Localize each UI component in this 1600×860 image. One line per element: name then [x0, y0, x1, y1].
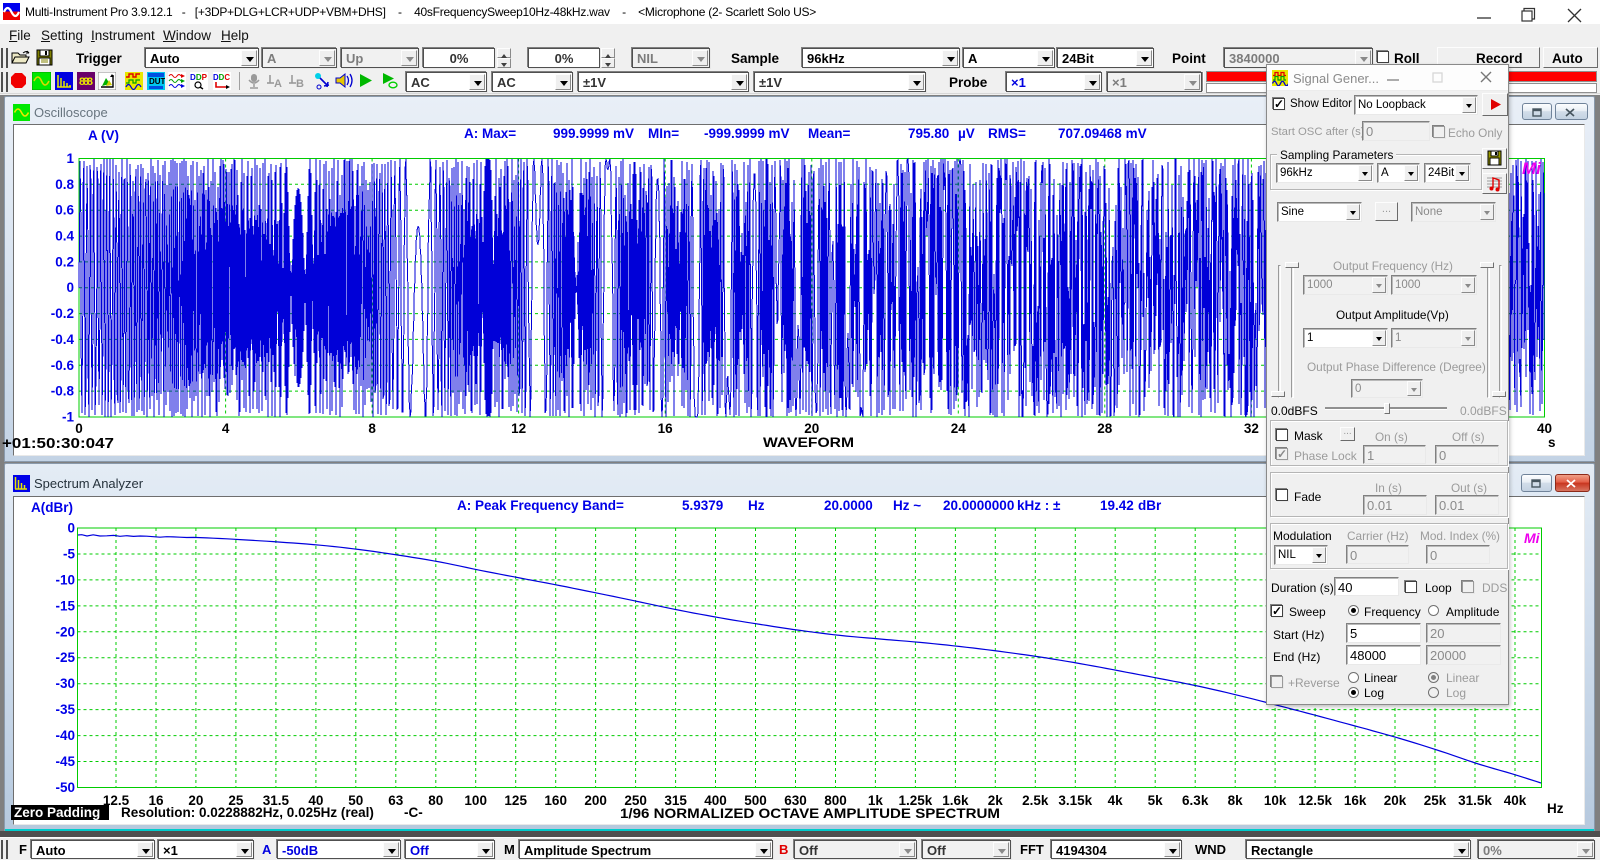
svg-text:DDP: DDP: [190, 72, 207, 82]
svg-text:DUT: DUT: [149, 77, 165, 86]
svg-text:DDC: DDC: [213, 72, 230, 82]
svg-text:888: 888: [79, 76, 93, 88]
svg-text:B: B: [296, 78, 304, 90]
svg-text:A: A: [274, 78, 282, 90]
